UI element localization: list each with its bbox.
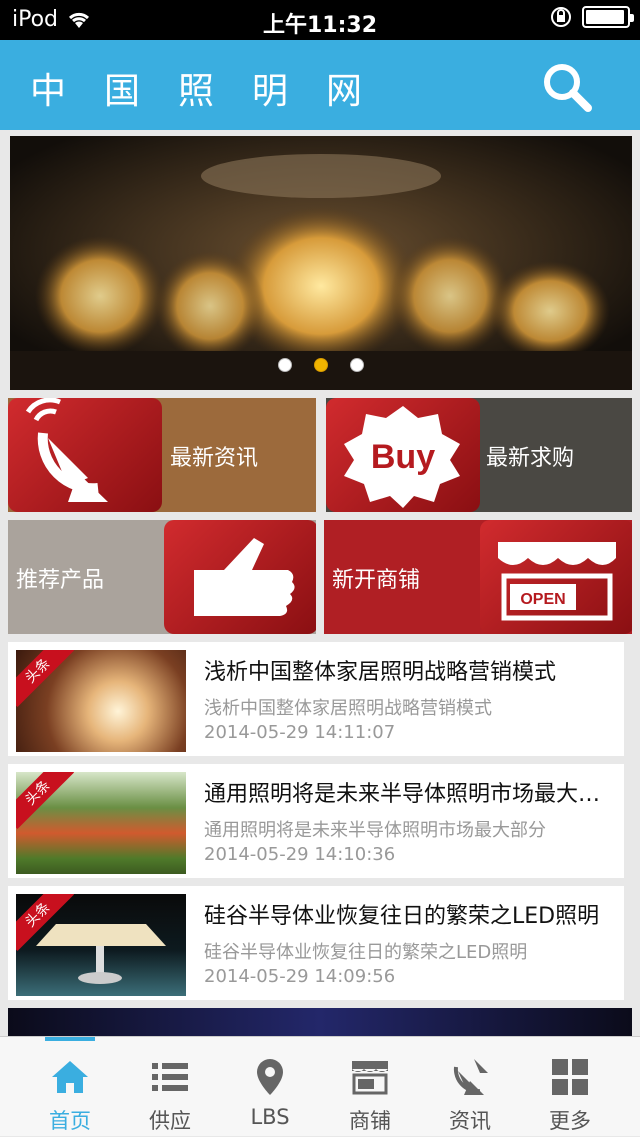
news-summary: 通用照明将是未来半导体照明市场最大部分 [204, 820, 546, 841]
tab-more[interactable]: 更多 [517, 1037, 623, 1137]
carousel-dot-active[interactable] [314, 358, 328, 372]
grid-icon [552, 1059, 588, 1095]
app-header: 中国照明网 [0, 40, 640, 130]
tab-label: 资讯 [449, 1109, 491, 1133]
headline-badge: 头条 [16, 650, 75, 708]
page-title: 中国照明网 [30, 71, 401, 112]
tab-bar: 首页 供应 LBS 商铺 资讯 更多 [0, 1036, 640, 1136]
news-title: 通用照明将是未来半导体照明市场最大部分 [204, 782, 604, 807]
store-icon [352, 1061, 388, 1095]
carousel-dot[interactable] [278, 358, 292, 372]
tab-label: 首页 [49, 1109, 91, 1133]
svg-text:OPEN: OPEN [520, 591, 565, 608]
news-title: 硅谷半导体业恢复往日的繁荣之LED照明 [204, 904, 600, 929]
list-icon [152, 1063, 188, 1091]
tile-label: 最新求购 [486, 446, 575, 471]
banner-carousel[interactable] [10, 136, 632, 390]
news-item[interactable]: 头条 硅谷半导体业恢复往日的繁荣之LED照明 硅谷半导体业恢复往日的繁荣之LED… [8, 886, 624, 1000]
tile-label: 新开商铺 [332, 568, 421, 593]
headline-badge: 头条 [16, 772, 75, 830]
status-right [550, 6, 634, 28]
partial-banner [8, 1008, 632, 1036]
news-thumbnail: 头条 [16, 772, 186, 874]
svg-text:Buy: Buy [371, 438, 435, 476]
tab-supply[interactable]: 供应 [117, 1037, 223, 1137]
tab-lbs[interactable]: LBS [217, 1037, 323, 1137]
news-thumbnail: 头条 [16, 650, 186, 752]
open-store-icon: OPEN [480, 520, 632, 634]
tab-label: 供应 [149, 1109, 191, 1133]
tile-recommended-products[interactable]: 推荐产品 [8, 520, 316, 634]
news-summary: 浅析中国整体家居照明战略营销模式 [204, 698, 492, 719]
thumbs-up-icon [164, 520, 316, 634]
location-pin-icon [257, 1059, 283, 1095]
tab-label: 更多 [549, 1109, 591, 1133]
carousel-indicator [10, 358, 632, 372]
news-thumbnail: 头条 [16, 894, 186, 996]
chandelier-image [10, 136, 632, 390]
tab-home[interactable]: 首页 [17, 1037, 123, 1137]
buy-badge-icon: Buy [326, 398, 480, 512]
tile-label: 推荐产品 [16, 568, 105, 593]
tab-news[interactable]: 资讯 [417, 1037, 523, 1137]
carousel-dot[interactable] [350, 358, 364, 372]
tab-stores[interactable]: 商铺 [317, 1037, 423, 1137]
news-date: 2014-05-29 14:11:07 [204, 722, 396, 743]
status-time: 上午11:32 [262, 13, 378, 38]
news-date: 2014-05-29 14:09:56 [204, 966, 396, 987]
home-icon [52, 1061, 88, 1093]
status-bar: iPod 上午11:32 [0, 0, 640, 40]
tile-latest-buy[interactable]: Buy 最新求购 [326, 398, 632, 512]
news-icon [453, 1059, 488, 1095]
battery-icon [582, 6, 634, 28]
news-title: 浅析中国整体家居照明战略营销模式 [204, 660, 557, 685]
tile-label: 最新资讯 [170, 446, 259, 471]
search-icon[interactable] [540, 60, 594, 114]
news-summary: 硅谷半导体业恢复往日的繁荣之LED照明 [204, 942, 528, 963]
news-date: 2014-05-29 14:10:36 [204, 844, 396, 865]
satellite-dish-icon [8, 398, 162, 512]
rotation-lock-icon [551, 7, 571, 27]
news-item[interactable]: 头条 浅析中国整体家居照明战略营销模式 浅析中国整体家居照明战略营销模式 201… [8, 642, 624, 756]
tile-new-stores[interactable]: 新开商铺 OPEN [324, 520, 632, 634]
tab-label: LBS [250, 1105, 290, 1129]
tab-label: 商铺 [349, 1109, 391, 1133]
news-item[interactable]: 头条 通用照明将是未来半导体照明市场最大部分 通用照明将是未来半导体照明市场最大… [8, 764, 624, 878]
tile-latest-news[interactable]: 最新资讯 [8, 398, 316, 512]
